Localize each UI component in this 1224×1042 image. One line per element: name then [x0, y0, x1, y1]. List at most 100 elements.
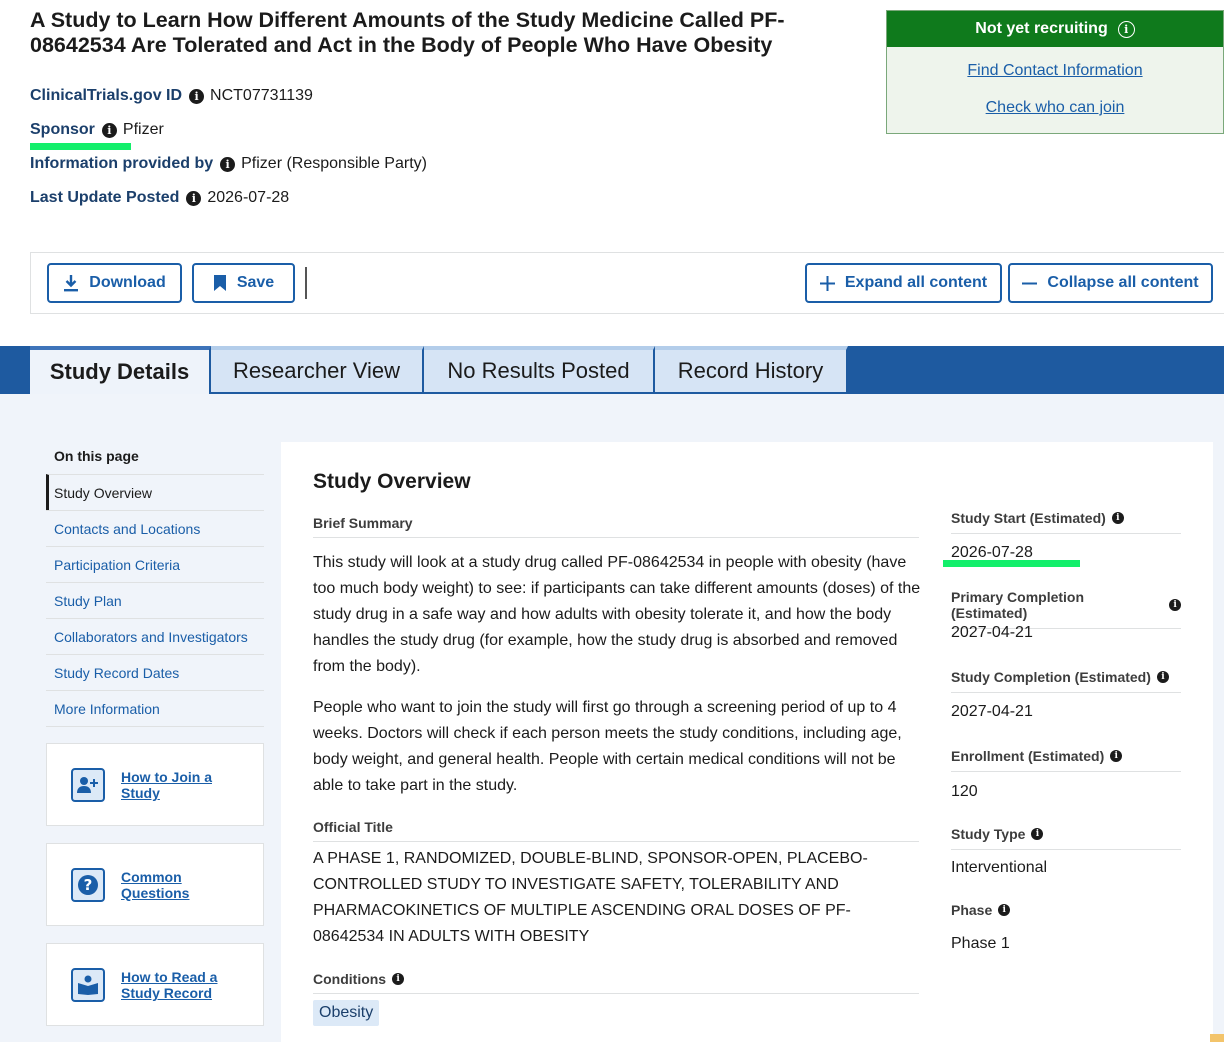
meta-label: ClinicalTrials.gov ID	[30, 87, 183, 104]
collapse-label: Collapse all content	[1047, 274, 1199, 291]
fact-label-text: Study Type	[951, 826, 1026, 842]
meta-label: Last Update Posted	[30, 189, 180, 206]
info-icon[interactable]: i	[101, 122, 117, 138]
info-icon[interactable]: i	[189, 88, 205, 104]
fact-label-primary-completion: Primary Completion (Estimated) i	[951, 589, 1181, 629]
info-icon[interactable]: i	[1111, 512, 1124, 524]
bookmark-icon	[213, 274, 227, 292]
highlight-marker	[30, 143, 131, 150]
nav-participation-criteria[interactable]: Participation Criteria	[46, 546, 264, 582]
toolbar-divider	[305, 267, 307, 299]
status-banner: Not yet recruiting i	[887, 11, 1223, 47]
info-icon[interactable]: i	[392, 973, 405, 985]
expand-label: Expand all content	[844, 274, 988, 291]
conditions-label: Conditions i	[313, 971, 919, 994]
summary-paragraph-2: People who want to join the study will f…	[313, 699, 902, 794]
nav-study-record-dates[interactable]: Study Record Dates	[46, 654, 264, 690]
fact-label-phase: Phase i	[951, 902, 1181, 925]
official-title-label-text: Official Title	[313, 819, 393, 835]
meta-value: 2026-07-28	[207, 189, 290, 206]
nav-study-overview[interactable]: Study Overview	[46, 474, 264, 510]
download-icon	[63, 274, 79, 292]
brief-summary-label-text: Brief Summary	[313, 515, 413, 531]
nav-more-information[interactable]: More Information	[46, 690, 264, 726]
fact-value-enrollment: 120	[951, 783, 978, 800]
summary-paragraph-1: This study will look at a study drug cal…	[313, 554, 921, 675]
action-toolbar: Download Save Expand all content Collaps…	[30, 252, 1224, 314]
tab-no-results-posted[interactable]: No Results Posted	[424, 346, 655, 392]
reader-icon	[71, 968, 105, 1002]
check-who-can-join-link[interactable]: Check who can join	[887, 99, 1223, 117]
meta-label: Sponsor	[30, 121, 95, 138]
study-overview-card: Study Overview Brief Summary This study …	[281, 442, 1213, 1042]
nav-contacts-locations[interactable]: Contacts and Locations	[46, 510, 264, 546]
info-icon[interactable]: i	[220, 156, 236, 172]
highlight-marker	[943, 560, 1080, 567]
meta-info-provider: Information provided by i Pfizer (Respon…	[30, 153, 427, 175]
nav-divider	[46, 726, 264, 727]
brief-summary-label: Brief Summary	[313, 515, 919, 538]
fact-value-primary-completion: 2027-04-21	[951, 624, 1033, 641]
conditions-label-text: Conditions	[313, 971, 387, 987]
status-label: Not yet recruiting	[975, 20, 1108, 37]
info-icon[interactable]: i	[1169, 599, 1181, 611]
expand-all-button[interactable]: Expand all content	[805, 263, 1002, 303]
minus-icon	[1022, 276, 1038, 291]
help-card-common-questions[interactable]: ? Common Questions	[46, 843, 264, 926]
tab-record-history[interactable]: Record History	[655, 346, 848, 392]
tab-researcher-view[interactable]: Researcher View	[211, 346, 424, 392]
info-icon[interactable]: i	[998, 904, 1011, 916]
meta-label: Information provided by	[30, 155, 214, 172]
nav-collaborators-investigators[interactable]: Collaborators and Investigators	[46, 618, 264, 654]
download-label: Download	[89, 274, 166, 291]
meta-value: NCT07731139	[210, 87, 313, 104]
fact-label-text: Primary Completion (Estimated)	[951, 589, 1085, 621]
collapse-all-button[interactable]: Collapse all content	[1008, 263, 1213, 303]
on-this-page-heading: On this page	[54, 448, 139, 464]
svg-text:?: ?	[84, 876, 93, 894]
fact-value-study-type: Interventional	[951, 859, 1048, 876]
fact-label-text: Study Completion (Estimated)	[951, 669, 1151, 685]
section-title: Study Overview	[313, 470, 471, 493]
info-icon[interactable]: i	[1156, 671, 1169, 683]
tab-study-details[interactable]: Study Details	[30, 346, 211, 394]
recruitment-status-box: Not yet recruiting i Find Contact Inform…	[886, 10, 1224, 134]
fact-label-text: Study Start (Estimated)	[951, 510, 1106, 526]
fact-label-study-type: Study Type i	[951, 826, 1181, 850]
fact-value-study-completion: 2027-04-21	[951, 703, 1033, 720]
meta-value: Pfizer	[122, 121, 164, 138]
condition-tag[interactable]: Obesity	[313, 1000, 380, 1026]
person-add-icon	[71, 768, 105, 802]
scroll-to-top-corner[interactable]	[1210, 1034, 1224, 1042]
find-contact-link[interactable]: Find Contact Information	[887, 62, 1223, 80]
meta-sponsor: Sponsor i Pfizer	[30, 119, 164, 141]
help-card-how-to-read[interactable]: How to Read a Study Record	[46, 943, 264, 1026]
meta-value: Pfizer (Responsible Party)	[241, 155, 427, 172]
save-label: Save	[236, 274, 275, 291]
question-icon: ?	[71, 868, 105, 902]
study-title: A Study to Learn How Different Amounts o…	[30, 8, 785, 57]
fact-label-study-completion: Study Completion (Estimated) i	[951, 669, 1181, 693]
plus-icon	[819, 275, 835, 291]
info-icon[interactable]: i	[1031, 828, 1044, 840]
fact-label-enrollment: Enrollment (Estimated) i	[951, 748, 1181, 772]
fact-label-text: Phase	[951, 902, 993, 918]
fact-label-study-start: Study Start (Estimated) i	[951, 510, 1181, 534]
info-icon[interactable]: i	[1110, 750, 1123, 762]
meta-nct-id: ClinicalTrials.gov ID i NCT07731139	[30, 85, 313, 107]
fact-value-phase: Phase 1	[951, 935, 1010, 952]
download-button[interactable]: Download	[47, 263, 182, 303]
info-circle-icon[interactable]: i	[1117, 20, 1135, 38]
help-link-how-to-join[interactable]: How to Join a Study	[121, 769, 241, 801]
help-card-how-to-join[interactable]: How to Join a Study	[46, 743, 264, 826]
help-link-how-to-read[interactable]: How to Read a Study Record	[121, 969, 241, 1001]
help-link-common-questions[interactable]: Common Questions	[121, 869, 241, 901]
meta-last-update: Last Update Posted i 2026-07-28	[30, 187, 289, 209]
tab-bar: Study Details Researcher View No Results…	[0, 346, 1224, 394]
save-button[interactable]: Save	[192, 263, 295, 303]
nav-study-plan[interactable]: Study Plan	[46, 582, 264, 618]
info-icon[interactable]: i	[186, 190, 202, 206]
official-title-label: Official Title	[313, 819, 919, 842]
official-title-text: A PHASE 1, RANDOMIZED, DOUBLE-BLIND, SPO…	[313, 850, 868, 945]
fact-label-text: Enrollment (Estimated)	[951, 748, 1105, 764]
